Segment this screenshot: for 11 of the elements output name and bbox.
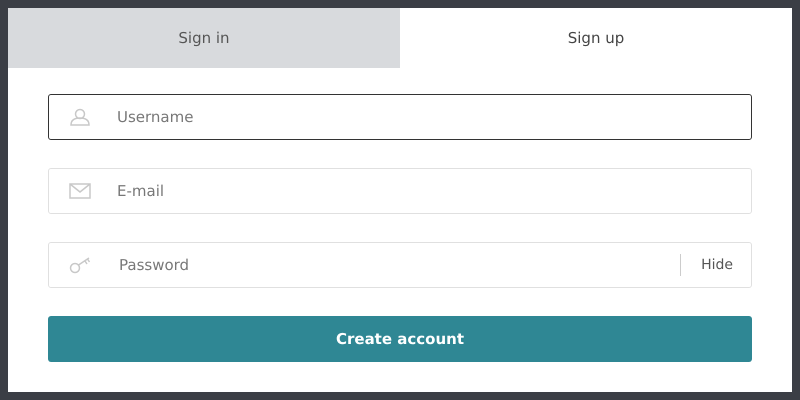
text-input[interactable]: Username	[115, 107, 733, 127]
envelope-icon	[69, 183, 91, 199]
input-field[interactable]: Password Hide	[48, 242, 752, 288]
text-input[interactable]: E-mail	[115, 181, 733, 201]
create-account-button[interactable]: Create account	[48, 316, 752, 362]
input-field[interactable]: Username	[48, 94, 752, 140]
user-icon	[69, 108, 91, 126]
hide-password-button[interactable]: Hide	[701, 257, 733, 273]
key-icon	[69, 256, 93, 274]
text-input[interactable]: Password	[117, 255, 680, 275]
tab[interactable]: Sign in	[8, 8, 400, 68]
